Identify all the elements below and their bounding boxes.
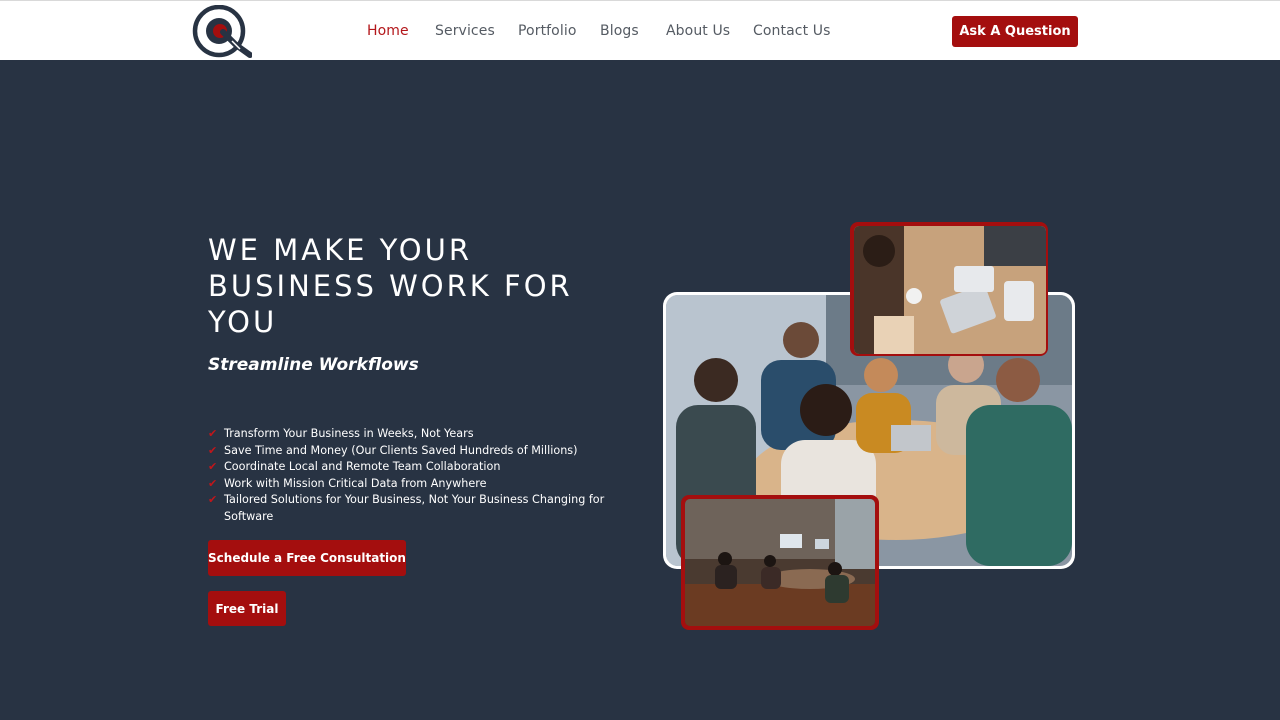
nav-services[interactable]: Services [435,23,495,39]
list-item: ✔ Save Time and Money (Our Clients Saved … [208,443,608,460]
hero-subtitle: Streamline Workflows [208,355,419,375]
bullet-text: Transform Your Business in Weeks, Not Ye… [224,427,474,440]
check-icon: ✔ [208,427,218,440]
nav-portfolio[interactable]: Portfolio [518,23,577,39]
check-icon: ✔ [208,476,218,490]
benefits-list: ✔ Transform Your Business in Weeks, Not Y… [208,426,608,525]
ask-question-button[interactable]: Ask A Question [952,16,1078,47]
main-nav: Home Services Portfolio Blogs About Us C… [0,23,1280,41]
list-item: ✔ Coordinate Local and Remote Team Collab… [208,459,608,476]
hero-title: WE MAKE YOUR BUSINESS WORK FOR YOU [208,233,573,339]
bullet-text: Coordinate Local and Remote Team Collabo… [224,460,501,473]
nav-home[interactable]: Home [367,23,409,39]
bullet-text: Tailored Solutions for Your Business, No… [224,493,605,523]
schedule-consultation-button[interactable]: Schedule a Free Consultation [208,540,406,576]
check-icon: ✔ [208,443,218,457]
nav-blogs[interactable]: Blogs [600,23,639,39]
list-item: ✔ Tailored Solutions for Your Business, N… [208,492,608,525]
bullet-text: Work with Mission Critical Data from Any… [224,476,487,490]
office-room-image [681,495,879,630]
list-item: ✔ Work with Mission Critical Data from An… [208,476,608,493]
bullet-text: Save Time and Money (Our Clients Saved H… [224,443,578,457]
site-header: Home Services Portfolio Blogs About Us C… [0,0,1280,60]
nav-contact-us[interactable]: Contact Us [753,23,830,39]
check-icon: ✔ [208,493,218,506]
laptops-table-image [850,222,1048,356]
free-trial-button[interactable]: Free Trial [208,591,286,626]
nav-about-us[interactable]: About Us [666,23,730,39]
check-icon: ✔ [208,460,218,473]
list-item: ✔ Transform Your Business in Weeks, Not Y… [208,426,608,443]
